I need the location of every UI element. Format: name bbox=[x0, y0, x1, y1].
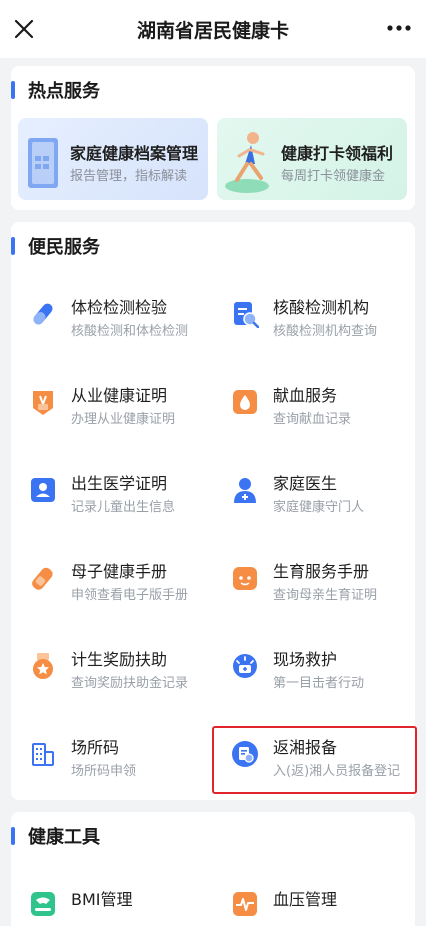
health-tools-card: 健康工具 BMI管理 血压管理 bbox=[11, 812, 415, 926]
service-name: 体检检测检验 bbox=[71, 298, 168, 317]
birth-certificate-icon bbox=[31, 478, 55, 502]
tool-blood-pressure[interactable]: 血压管理 bbox=[231, 884, 421, 926]
top-bar: 湖南省居民健康卡 bbox=[0, 0, 426, 58]
service-venue-code[interactable]: 场所码 场所码申领 bbox=[29, 734, 219, 794]
baby-bottle-icon bbox=[32, 567, 53, 590]
service-nucleic-institution[interactable]: 核酸检测机构 核酸检测机构查询 bbox=[231, 294, 421, 354]
building-icon bbox=[32, 743, 54, 766]
service-name: 出生医学证明 bbox=[71, 474, 168, 493]
runner-icon bbox=[225, 132, 269, 193]
scale-icon bbox=[31, 892, 55, 916]
service-name: 场所码 bbox=[71, 738, 120, 757]
hot-services-card: 热点服务 家庭健康档案管理 报告管理，指标解读 健康打卡领福利 每周打卡领健康金 bbox=[11, 66, 415, 210]
service-name: 母子健康手册 bbox=[71, 562, 168, 581]
service-family-doctor[interactable]: 家庭医生 家庭健康守门人 bbox=[231, 470, 421, 530]
service-birth-certificate[interactable]: 出生医学证明 记录儿童出生信息 bbox=[29, 470, 219, 530]
service-name: 生育服务手册 bbox=[273, 562, 370, 581]
hot-item-title: 家庭健康档案管理 bbox=[70, 144, 199, 163]
service-blood-donation[interactable]: 献血服务 查询献血记录 bbox=[231, 382, 421, 442]
report-search-icon bbox=[234, 302, 259, 328]
service-name: 核酸检测机构 bbox=[273, 298, 370, 317]
service-family-planning-award[interactable]: 计生奖励扶助 查询奖励扶助金记录 bbox=[29, 646, 219, 706]
service-physical-exam[interactable]: 体检检测检验 核酸检测和体检检测 bbox=[29, 294, 219, 354]
pulse-icon bbox=[233, 892, 257, 916]
service-name: 献血服务 bbox=[273, 386, 338, 405]
convenience-services-card: 便民服务 体检检测检验 核酸检测和体检检测 核酸检测机构 核酸检测机构查询 从业… bbox=[11, 222, 415, 800]
tool-name: BMI管理 bbox=[71, 890, 133, 909]
tool-name: 血压管理 bbox=[273, 890, 338, 909]
family-health-record-card[interactable]: 家庭健康档案管理 报告管理，指标解读 bbox=[18, 118, 208, 200]
aid-icon bbox=[233, 654, 257, 678]
service-first-aid[interactable]: 现场救护 第一目击者行动 bbox=[231, 646, 421, 706]
convenience-services-title: 便民服务 bbox=[11, 232, 100, 260]
certificate-icon bbox=[33, 391, 53, 415]
service-fertility-handbook[interactable]: 生育服务手册 查询母亲生育证明 bbox=[231, 558, 421, 618]
service-desc: 查询献血记录 bbox=[273, 412, 352, 427]
hot-services-title: 热点服务 bbox=[11, 76, 100, 104]
page-title: 湖南省居民健康卡 bbox=[136, 20, 289, 42]
service-name: 计生奖励扶助 bbox=[71, 650, 168, 669]
service-desc: 第一目击者行动 bbox=[273, 676, 365, 691]
service-name: 现场救护 bbox=[273, 650, 338, 669]
service-name: 家庭医生 bbox=[273, 474, 338, 493]
health-checkin-card[interactable]: 健康打卡领福利 每周打卡领健康金 bbox=[217, 118, 407, 200]
service-desc: 记录儿童出生信息 bbox=[71, 500, 176, 515]
award-icon bbox=[33, 653, 53, 679]
doctor-icon bbox=[234, 478, 256, 503]
service-desc: 查询奖励扶助金记录 bbox=[71, 676, 189, 691]
tool-bmi[interactable]: BMI管理 bbox=[29, 884, 219, 926]
baby-face-icon bbox=[233, 567, 257, 590]
health-tools-title: 健康工具 bbox=[11, 822, 100, 850]
service-maternal-handbook[interactable]: 母子健康手册 申领查看电子版手册 bbox=[29, 558, 219, 618]
highlight-box bbox=[212, 726, 417, 794]
document-icon bbox=[28, 138, 58, 188]
service-desc: 申领查看电子版手册 bbox=[71, 588, 189, 603]
hot-item-title: 健康打卡领福利 bbox=[281, 144, 394, 163]
hot-item-subtitle: 每周打卡领健康金 bbox=[281, 169, 386, 184]
test-tube-icon bbox=[33, 303, 53, 325]
service-desc: 办理从业健康证明 bbox=[71, 412, 176, 427]
service-desc: 场所码申领 bbox=[71, 764, 137, 779]
service-desc: 家庭健康守门人 bbox=[273, 500, 365, 515]
service-desc: 核酸检测机构查询 bbox=[273, 324, 378, 339]
service-desc: 核酸检测和体检检测 bbox=[71, 324, 189, 339]
more-icon[interactable] bbox=[386, 22, 412, 34]
service-desc: 查询母亲生育证明 bbox=[273, 588, 378, 603]
hot-item-subtitle: 报告管理，指标解读 bbox=[70, 169, 188, 184]
service-employment-certificate[interactable]: 从业健康证明 办理从业健康证明 bbox=[29, 382, 219, 442]
blood-drop-icon bbox=[233, 390, 257, 414]
service-name: 从业健康证明 bbox=[71, 386, 168, 405]
